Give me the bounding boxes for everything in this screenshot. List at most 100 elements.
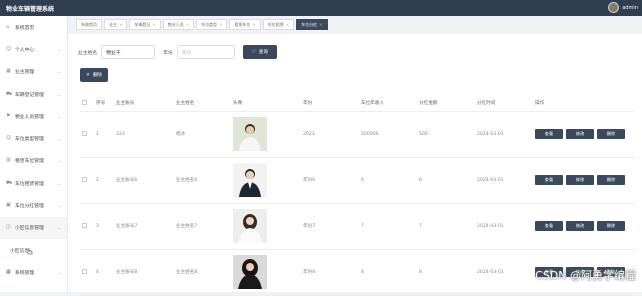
- batch-delete-label: 删除: [92, 73, 103, 78]
- table-row: 3 业主账号7 业主姓名7 年份7 7 7 2024-03-01 查看 修改 删除: [80, 203, 635, 250]
- edit-button[interactable]: 修改: [566, 129, 594, 139]
- row-checkbox[interactable]: [80, 203, 94, 250]
- chevron-down-icon: ⌄: [57, 136, 61, 142]
- cell-actions: 查看 修改 删除: [533, 111, 635, 158]
- cell-actions: 查看 修改 删除: [533, 203, 635, 250]
- batch-delete-button[interactable]: ✕ 删除: [80, 68, 108, 82]
- view-button[interactable]: 查看: [535, 221, 563, 231]
- row-checkbox[interactable]: [80, 249, 94, 296]
- header-dividend: 分红金额: [417, 96, 475, 112]
- owner-photo: [233, 255, 301, 289]
- close-icon[interactable]: ×: [286, 22, 289, 27]
- edit-button[interactable]: 修改: [566, 221, 594, 231]
- sidebar-item-system[interactable]: ▦ 系统管理 ⌄: [0, 261, 67, 283]
- grid-icon: ▦: [6, 68, 11, 75]
- cell-account: 业主账号8: [114, 249, 174, 296]
- table-header-row: 序号 业主账号 业主姓名 头像 年份 车位年收入 分红金额 分红时间 操作: [80, 96, 635, 112]
- flag-icon: ⚑: [6, 112, 11, 119]
- tab-4[interactable]: 车位类型 ×: [196, 19, 228, 30]
- tab-6[interactable]: 车位租赁 ×: [262, 19, 295, 30]
- view-button[interactable]: 查看: [535, 175, 563, 185]
- row-checkbox[interactable]: [80, 111, 94, 158]
- cell-dividend: 7: [417, 203, 475, 250]
- delete-button[interactable]: 删除: [597, 129, 625, 139]
- user-icon: ☺: [6, 45, 12, 52]
- tab-bar: 系统首页 业主 × 车辆登记 × 物业人员 × 车位类型 × 租赁车位 × 车位租赁 × 车位分红 ×: [76, 19, 328, 30]
- close-icon[interactable]: ×: [186, 22, 189, 27]
- user-menu[interactable]: admin: [608, 2, 638, 13]
- year-input[interactable]: 年份: [176, 45, 235, 59]
- chevron-down-icon: ⌄: [57, 269, 61, 275]
- avatar[interactable]: [608, 2, 620, 13]
- sidebar-item-0[interactable]: ⌂ 系统首页: [0, 16, 67, 38]
- owner-name-input[interactable]: 物业千: [101, 45, 156, 59]
- header-income: 车位年收入: [359, 96, 417, 112]
- edit-button[interactable]: 修改: [566, 175, 594, 185]
- sidebar-item-5[interactable]: ☺ 车位类型管理 ⌄: [0, 127, 67, 149]
- sidebar-subitem-community-info[interactable]: 小区信息: [0, 238, 67, 262]
- close-icon[interactable]: ×: [319, 22, 322, 27]
- sidebar-item-8[interactable]: ▣ 车位分红管理 ⌄: [0, 194, 67, 216]
- tab-1[interactable]: 业主 ×: [104, 19, 128, 30]
- cell-dividend: 500: [417, 111, 475, 158]
- cell-name: 业主姓名6: [174, 157, 231, 204]
- sidebar-item-label: 车位租赁管理: [15, 181, 44, 187]
- header-account: 业主账号: [114, 96, 174, 112]
- owner-photo: [233, 209, 301, 243]
- sidebar: ⌂ 系统首页 ☺ 个人中心 ⌄ ▦ 业主管理 ⌄ ⛟ 车辆登记管理 ⌄ ⚑ 物业人员管理 ⌄ ☺ 车位类型管理…: [0, 16, 68, 292]
- user-icon: ☺: [6, 135, 12, 142]
- cell-avatar: [231, 157, 301, 204]
- cell-income: 6: [359, 157, 417, 204]
- cell-account: 业主账号7: [114, 203, 174, 250]
- header-time: 分红时间: [475, 96, 533, 112]
- sidebar-item-1[interactable]: ☺ 个人中心 ⌄: [0, 38, 67, 60]
- cell-avatar: [231, 249, 301, 296]
- table-row: 1 333 杨冰 2023 200000 500 2024-03-01 查看 修改 删除: [80, 111, 635, 158]
- sidebar-item-4[interactable]: ⚑ 物业人员管理 ⌄: [0, 105, 67, 127]
- hand-pointer-icon: [27, 248, 33, 255]
- year-label: 年份: [163, 50, 173, 56]
- cell-time: 2024-03-01: [475, 157, 533, 204]
- close-icon[interactable]: ×: [119, 22, 122, 27]
- sidebar-item-7[interactable]: ⛟ 车位租赁管理 ⌄: [0, 172, 67, 194]
- delete-button[interactable]: 删除: [597, 221, 625, 231]
- query-button[interactable]: ♡ 查询: [242, 45, 277, 59]
- tab-7[interactable]: 车位分红 ×: [296, 19, 328, 30]
- cell-account: 业主账号6: [114, 157, 174, 204]
- tab-2[interactable]: 车辆登记 ×: [129, 19, 161, 30]
- cart-icon: ⛟: [6, 179, 13, 186]
- username: admin: [622, 4, 638, 11]
- chevron-down-icon: ⌄: [57, 158, 61, 164]
- owner-photo: [233, 117, 301, 151]
- sidebar-item-label: 系统管理: [15, 270, 35, 276]
- header-select-all[interactable]: [80, 96, 94, 112]
- sidebar-item-label: 小区信息管理: [15, 226, 44, 232]
- cell-time: 2024-03-01: [475, 203, 533, 250]
- close-icon[interactable]: ×: [152, 22, 155, 27]
- cell-time: 2024-03-01: [475, 249, 533, 296]
- close-icon[interactable]: ×: [252, 22, 255, 27]
- close-icon[interactable]: ×: [219, 22, 222, 27]
- chevron-down-icon: ⌄: [57, 46, 61, 52]
- cell-year: 年份6: [301, 157, 359, 204]
- tab-3[interactable]: 物业人员 ×: [162, 19, 195, 30]
- cell-income: 200000: [359, 111, 417, 158]
- table-row: 2 业主账号6 业主姓名6 年份6 6 6 2024-03-01 查看 修改 删除: [80, 157, 635, 204]
- sidebar-item-2[interactable]: ▦ 业主管理 ⌄: [0, 61, 67, 83]
- sidebar-item-label: 业主管理: [15, 70, 35, 76]
- main-panel: 业主姓名 物业千 年份 年份 ♡ 查询 ✕ 删除 序号 业主账号 业主姓名 头像…: [68, 34, 642, 296]
- tab-5[interactable]: 租赁车位 ×: [229, 19, 261, 30]
- delete-button[interactable]: 删除: [597, 175, 625, 185]
- view-button[interactable]: 查看: [535, 129, 563, 139]
- sidebar-item-label: 系统首页: [15, 25, 35, 31]
- sidebar-item-6[interactable]: ▥ 租赁车位管理 ⌄: [0, 150, 67, 172]
- cell-income: 7: [359, 203, 417, 250]
- sidebar-item-3[interactable]: ⛟ 车辆登记管理 ⌄: [0, 83, 67, 105]
- sidebar-item-label: 车辆登记管理: [15, 92, 44, 98]
- briefcase-icon: ▣: [6, 202, 11, 209]
- tab-0[interactable]: 系统首页: [76, 19, 102, 30]
- cell-name: 业主姓名8: [174, 249, 231, 296]
- sidebar-item-9[interactable]: ◫ 小区信息管理 ⌄: [0, 216, 67, 239]
- row-checkbox[interactable]: [80, 157, 94, 204]
- cell-year: 年份7: [301, 203, 359, 250]
